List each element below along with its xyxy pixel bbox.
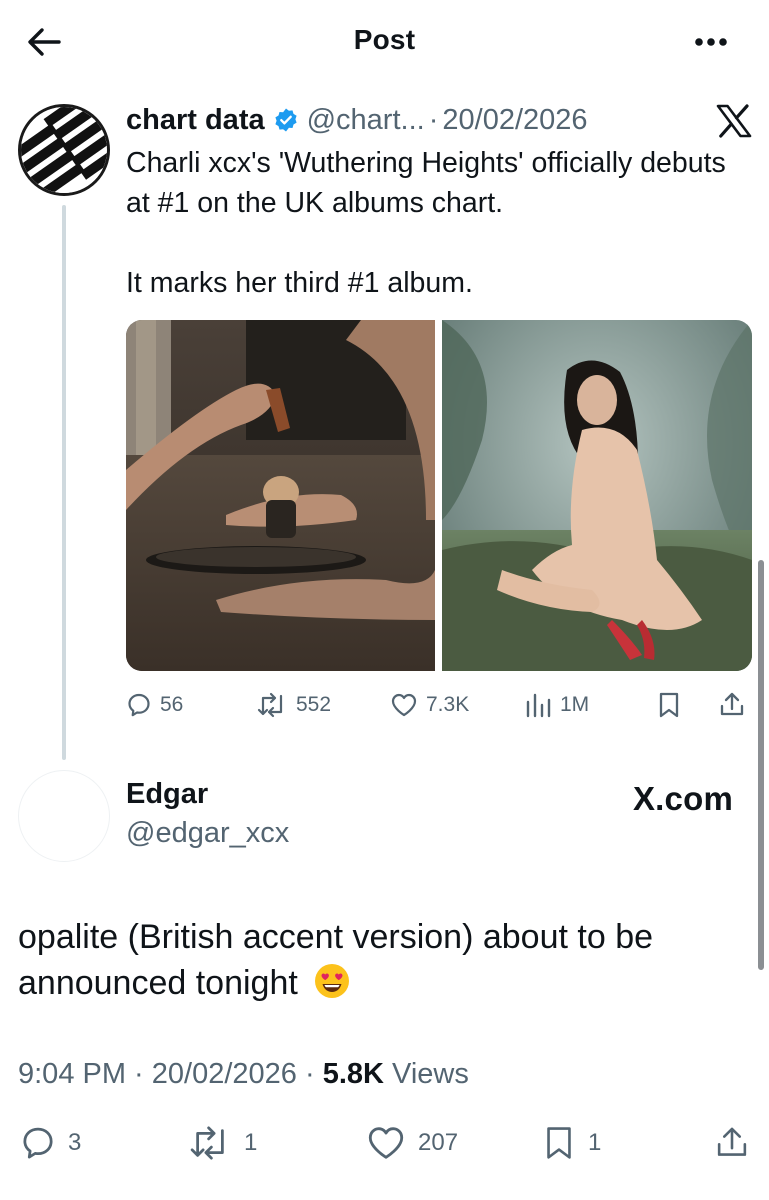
bookmark-count: 1 (588, 1129, 602, 1156)
thread-connector (62, 205, 66, 760)
album-photo-woman-image (442, 320, 752, 671)
top-bar: Post (0, 0, 769, 84)
like-button[interactable]: 7.3K (390, 688, 469, 722)
separator-dot: · (428, 103, 439, 136)
repost-icon (190, 1126, 224, 1160)
like-count: 7.3K (426, 693, 470, 716)
author-handle[interactable]: @edgar_xcx (126, 817, 289, 850)
photo-left[interactable] (126, 320, 435, 671)
verified-badge-icon (273, 107, 299, 133)
tweet-views-label: Views (383, 1058, 469, 1090)
quoted-author-handle[interactable]: @chart... (307, 104, 425, 137)
quoted-text-line: It marks her third #1 album. (126, 267, 473, 299)
quoted-post-header: chart data @chart... · 20/02/2026 (126, 100, 588, 140)
repost-count: 1 (244, 1129, 258, 1156)
more-options-button[interactable] (691, 28, 731, 56)
album-photo-hands-image (126, 320, 435, 671)
reply-button[interactable]: 3 (20, 1120, 81, 1166)
x-com-watermark: X.com (632, 780, 733, 817)
tweet-date[interactable]: 20/02/2026 (152, 1058, 297, 1090)
tweet-actions: 3 1 207 1 (0, 1120, 769, 1166)
quoted-post-text: Charli xcx's 'Wuthering Heights' officia… (126, 143, 746, 303)
reply-count: 56 (160, 693, 184, 716)
bookmark-icon (659, 692, 679, 718)
heart-icon (391, 693, 417, 717)
like-button[interactable]: 207 (366, 1120, 458, 1166)
bookmark-button[interactable] (656, 688, 682, 722)
views-button[interactable]: 1M (524, 688, 589, 722)
photo-right[interactable] (442, 320, 752, 671)
meta-separator: · (296, 1058, 323, 1090)
ellipsis-icon (695, 38, 727, 46)
views-count: 1M (560, 693, 590, 716)
quoted-text-line: Charli xcx's 'Wuthering Heights' officia… (126, 147, 726, 219)
repost-button[interactable]: 552 (256, 688, 331, 722)
meta-separator: · (126, 1058, 152, 1090)
heart-icon (368, 1127, 404, 1159)
media-grid (126, 320, 752, 671)
piano-keys-logo-icon (21, 107, 107, 193)
repost-icon (257, 692, 283, 718)
tweet-metadata: 9:04 PM · 20/02/2026 · 5.8K Views (18, 1058, 469, 1091)
quoted-post-date[interactable]: 20/02/2026 (442, 104, 587, 137)
heart-eyes-emoji-icon (315, 964, 350, 998)
tweet-views-count[interactable]: 5.8K (323, 1058, 384, 1090)
quoted-author-name[interactable]: chart data (126, 104, 265, 137)
repost-button[interactable]: 1 (188, 1120, 257, 1166)
repost-count: 552 (296, 693, 332, 716)
share-button[interactable] (718, 688, 746, 722)
reply-icon (128, 693, 150, 717)
reply-button[interactable]: 56 (126, 688, 183, 722)
tweet-text: opalite (British accent version) about t… (18, 914, 753, 1006)
chart-data-avatar[interactable] (18, 104, 110, 196)
tweet-time[interactable]: 9:04 PM (18, 1058, 126, 1090)
quoted-post-actions: 56 552 7.3K 1M (126, 688, 752, 722)
like-count: 207 (418, 1129, 459, 1156)
bookmark-button[interactable]: 1 (542, 1120, 601, 1166)
share-icon (717, 1127, 747, 1156)
share-icon (720, 692, 744, 716)
scrollbar[interactable] (758, 560, 764, 970)
reply-icon (23, 1127, 53, 1159)
edgar-avatar[interactable] (18, 770, 110, 862)
bookmark-icon (547, 1127, 571, 1159)
reply-count: 3 (68, 1129, 82, 1156)
x-logo-icon (716, 104, 752, 138)
share-button[interactable] (714, 1120, 750, 1166)
page-title: Post (353, 24, 416, 55)
analytics-bars-icon (526, 693, 551, 718)
author-name[interactable]: Edgar (126, 778, 208, 811)
